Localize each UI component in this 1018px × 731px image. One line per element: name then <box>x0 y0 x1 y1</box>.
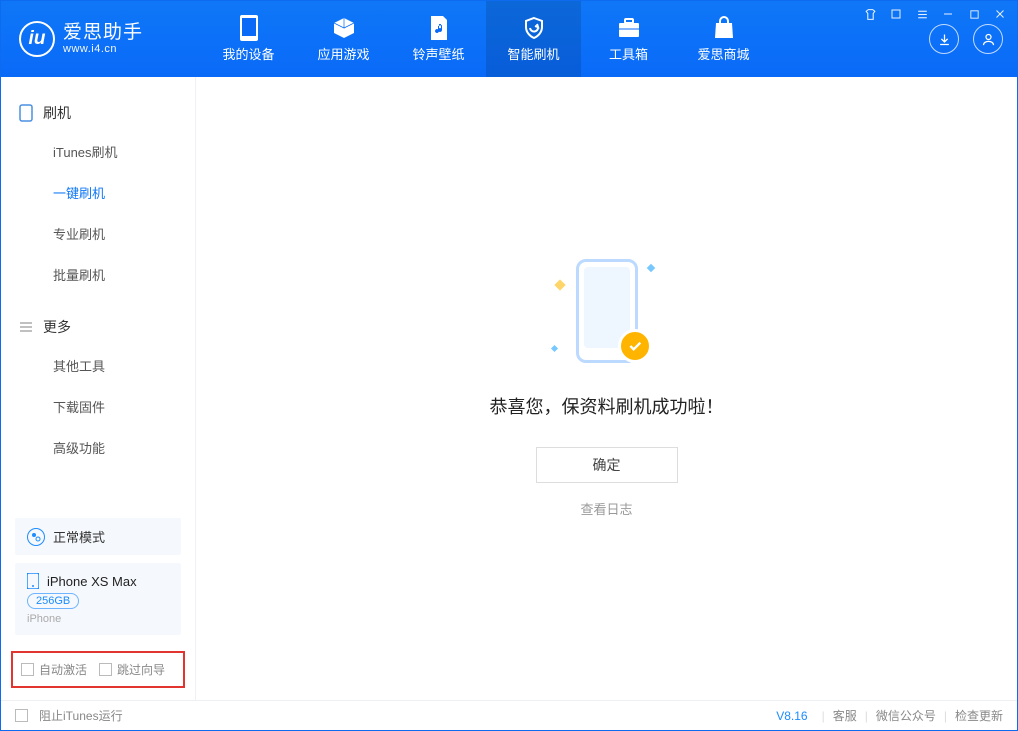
sidebar-item-other-tools[interactable]: 其他工具 <box>1 345 195 386</box>
tab-store[interactable]: 爱思商城 <box>676 1 771 77</box>
app-url: www.i4.cn <box>63 43 143 55</box>
version-label: V8.16 <box>776 709 807 723</box>
checkbox-icon <box>15 709 28 722</box>
device-block[interactable]: iPhone XS Max 256GB iPhone <box>15 563 181 635</box>
check-badge-icon <box>618 329 652 363</box>
mode-label: 正常模式 <box>53 527 105 546</box>
footer: 阻止iTunes运行 V8.16 | 客服 | 微信公众号 | 检查更新 <box>1 700 1017 730</box>
shirt-icon[interactable] <box>863 7 877 21</box>
close-button[interactable] <box>993 7 1007 21</box>
device-type: iPhone <box>27 613 169 625</box>
window-controls <box>863 7 1007 21</box>
tab-my-device[interactable]: 我的设备 <box>201 1 296 77</box>
option-auto-activate[interactable]: 自动激活 <box>21 661 87 678</box>
tab-label: 铃声壁纸 <box>412 44 464 63</box>
main-tabs: 我的设备 应用游戏 铃声壁纸 智能刷机 工具箱 爱思商城 <box>201 1 771 77</box>
sidebar-item-download-firmware[interactable]: 下载固件 <box>1 386 195 427</box>
tab-label: 爱思商城 <box>697 44 749 63</box>
option-block-itunes[interactable]: 阻止iTunes运行 <box>15 707 123 724</box>
music-file-icon <box>427 16 451 40</box>
support-link[interactable]: 客服 <box>833 707 857 724</box>
main-content: 恭喜您，保资料刷机成功啦！ 确定 查看日志 <box>196 77 1017 700</box>
maximize-button[interactable] <box>967 7 981 21</box>
sidebar: 刷机 iTunes刷机 一键刷机 专业刷机 批量刷机 更多 其他工具 下载固件 … <box>1 77 196 700</box>
checkbox-icon <box>21 663 34 676</box>
device-phone-icon <box>27 573 39 589</box>
success-illustration <box>562 259 652 369</box>
tab-ringtone[interactable]: 铃声壁纸 <box>391 1 486 77</box>
tab-label: 智能刷机 <box>507 44 559 63</box>
tab-flash[interactable]: 智能刷机 <box>486 1 581 77</box>
tab-label: 应用游戏 <box>317 44 369 63</box>
tab-apps[interactable]: 应用游戏 <box>296 1 391 77</box>
bag-icon <box>712 16 736 40</box>
tab-label: 我的设备 <box>222 44 274 63</box>
flash-options-highlight: 自动激活 跳过向导 <box>11 651 185 688</box>
body: 刷机 iTunes刷机 一键刷机 专业刷机 批量刷机 更多 其他工具 下载固件 … <box>1 77 1017 700</box>
logo-icon: iu <box>19 21 55 57</box>
view-log-link[interactable]: 查看日志 <box>580 499 632 518</box>
sidebar-item-onekey-flash[interactable]: 一键刷机 <box>1 172 195 213</box>
device-capacity: 256GB <box>27 593 79 609</box>
tab-toolbox[interactable]: 工具箱 <box>581 1 676 77</box>
section-label: 更多 <box>43 317 71 337</box>
menu-icon[interactable] <box>915 7 929 21</box>
user-icon[interactable] <box>973 24 1003 54</box>
sidebar-section-more: 更多 <box>1 309 195 345</box>
shield-refresh-icon <box>522 16 546 40</box>
check-update-link[interactable]: 检查更新 <box>955 707 1003 724</box>
section-label: 刷机 <box>43 103 71 123</box>
header-actions <box>929 24 1017 54</box>
option-skip-guide[interactable]: 跳过向导 <box>99 661 165 678</box>
mode-block[interactable]: 正常模式 <box>15 518 181 555</box>
sidebar-section-flash: 刷机 <box>1 95 195 131</box>
cube-icon <box>332 16 356 40</box>
option-label: 跳过向导 <box>117 661 165 678</box>
sidebar-item-pro-flash[interactable]: 专业刷机 <box>1 213 195 254</box>
sidebar-item-batch-flash[interactable]: 批量刷机 <box>1 254 195 295</box>
device-name: iPhone XS Max <box>47 574 137 589</box>
download-icon[interactable] <box>929 24 959 54</box>
checkbox-icon <box>99 663 112 676</box>
toolbox-icon <box>617 16 641 40</box>
app-name: 爱思助手 <box>63 23 143 44</box>
success-message: 恭喜您，保资料刷机成功啦！ <box>490 393 724 419</box>
sidebar-item-advanced[interactable]: 高级功能 <box>1 427 195 468</box>
mode-icon <box>27 528 45 546</box>
option-label: 自动激活 <box>39 661 87 678</box>
cube-icon[interactable] <box>889 7 903 21</box>
sidebar-item-itunes-flash[interactable]: iTunes刷机 <box>1 131 195 172</box>
header: iu 爱思助手 www.i4.cn 我的设备 应用游戏 铃声壁纸 智能刷机 <box>1 1 1017 77</box>
minimize-button[interactable] <box>941 7 955 21</box>
app-window: iu 爱思助手 www.i4.cn 我的设备 应用游戏 铃声壁纸 智能刷机 <box>0 0 1018 731</box>
option-label: 阻止iTunes运行 <box>39 707 123 724</box>
logo: iu 爱思助手 www.i4.cn <box>1 21 201 57</box>
ok-button[interactable]: 确定 <box>536 447 678 483</box>
sidebar-nav: 刷机 iTunes刷机 一键刷机 专业刷机 批量刷机 更多 其他工具 下载固件 … <box>1 77 195 468</box>
wechat-link[interactable]: 微信公众号 <box>876 707 936 724</box>
phone-icon <box>237 16 261 40</box>
tab-label: 工具箱 <box>609 44 648 63</box>
